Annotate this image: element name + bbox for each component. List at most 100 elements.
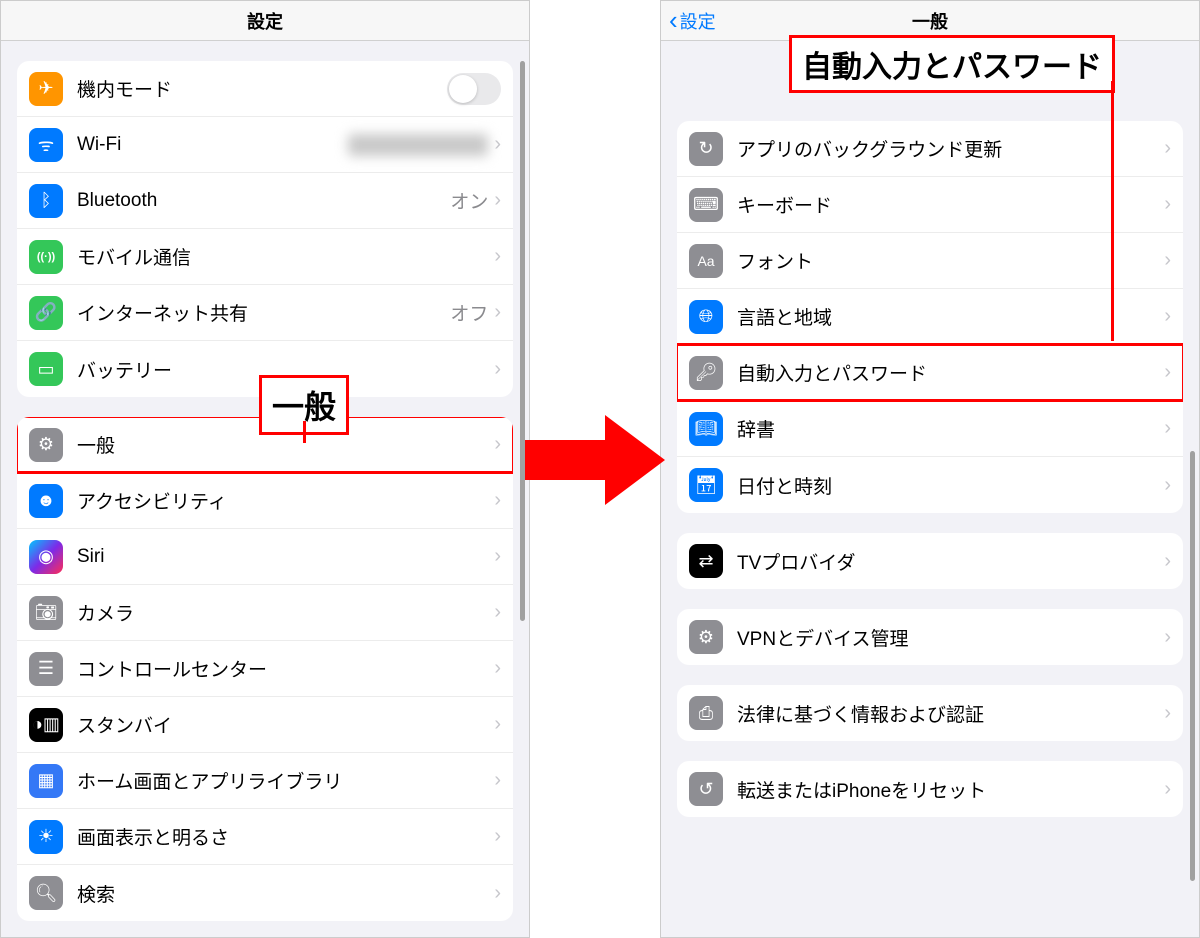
navbar-title: 一般: [912, 8, 948, 34]
row-accessibility[interactable]: ☻アクセシビリティ›: [17, 473, 513, 529]
gear-icon: ⚙︎: [29, 428, 63, 462]
row-label: インターネット共有: [77, 299, 450, 326]
row-tv-provider[interactable]: ⇄TVプロバイダ›: [677, 533, 1183, 589]
row-value: オフ: [450, 299, 488, 326]
row-autofill[interactable]: 🔑︎自動入力とパスワード›: [677, 345, 1183, 401]
row-label: 自動入力とパスワード: [737, 359, 1164, 386]
chevron-right-icon: ›: [494, 189, 501, 212]
row-label: Bluetooth: [77, 190, 450, 212]
apps-icon: ▦: [29, 764, 63, 798]
row-fonts[interactable]: Aaフォント›: [677, 233, 1183, 289]
row-search[interactable]: 🔍︎検索›: [17, 865, 513, 921]
row-label: Wi-Fi: [77, 134, 348, 156]
settings-group: ✈︎機内モードᯤWi-Fi›ᛒBluetoothオン›((·))モバイル通信›🔗…: [17, 61, 513, 397]
row-bg-refresh[interactable]: ↻ アプリのバックグラウンド更新›: [677, 121, 1183, 177]
row-label: 機内モード: [77, 75, 447, 102]
chevron-right-icon: ›: [1164, 305, 1171, 328]
vpn-icon: ⚙︎: [689, 620, 723, 654]
chevron-right-icon: ›: [494, 601, 501, 624]
row-wifi[interactable]: ᯤ Wi-Fi ›: [17, 117, 513, 173]
row-label: アプリのバックグラウンド更新: [737, 135, 1164, 162]
row-label: スタンバイ: [77, 711, 494, 738]
font-icon: Aa: [689, 244, 723, 278]
row-control-center[interactable]: ☰コントロールセンター›: [17, 641, 513, 697]
chevron-right-icon: ›: [1164, 702, 1171, 725]
row-legal[interactable]: ⎙ 法律に基づく情報および認証›: [677, 685, 1183, 741]
row-camera[interactable]: 📷︎ カメラ›: [17, 585, 513, 641]
row-reset[interactable]: ↺転送またはiPhoneをリセット›: [677, 761, 1183, 817]
book-icon: 📖︎: [689, 412, 723, 446]
row-label: ホーム画面とアプリライブラリ: [77, 767, 494, 794]
annotation-connector: [303, 421, 306, 443]
row-home-screen[interactable]: ▦ホーム画面とアプリライブラリ›: [17, 753, 513, 809]
reset-icon: ↺: [689, 772, 723, 806]
row-label: 法律に基づく情報および認証: [737, 700, 1164, 727]
toggle[interactable]: [447, 73, 501, 105]
wifi-icon: ᯤ: [29, 128, 63, 162]
general-group: ↻アプリのバックグラウンド更新›⌨︎キーボード›Aaフォント›🌐︎言語と地域›🔑…: [677, 121, 1183, 513]
cert-icon: ⎙: [689, 696, 723, 730]
link-icon: 🔗: [29, 296, 63, 330]
chevron-right-icon: ›: [494, 245, 501, 268]
general-group: ↺転送またはiPhoneをリセット›: [677, 761, 1183, 817]
row-label: 画面表示と明るさ: [77, 823, 494, 850]
row-label: 辞書: [737, 415, 1164, 442]
row-dictionary[interactable]: 📖︎ 辞書›: [677, 401, 1183, 457]
chevron-right-icon: ›: [494, 825, 501, 848]
calendar-icon: 📅︎: [689, 468, 723, 502]
navbar-title: 設定: [247, 8, 283, 34]
row-siri[interactable]: ◉Siri›: [17, 529, 513, 585]
chevron-right-icon: ›: [1164, 193, 1171, 216]
row-datetime[interactable]: 📅︎日付と時刻›: [677, 457, 1183, 513]
row-label: Siri: [77, 546, 494, 568]
airplane-icon: ✈︎: [29, 72, 63, 106]
chevron-right-icon: ›: [494, 301, 501, 324]
chevron-right-icon: ›: [494, 545, 501, 568]
antenna-icon: ((·)): [29, 240, 63, 274]
row-airplane-mode[interactable]: ✈︎ 機内モード: [17, 61, 513, 117]
keyboard-icon: ⌨︎: [689, 188, 723, 222]
battery-icon: ▭: [29, 352, 63, 386]
settings-screen: 設定 ✈︎ 機内モード ᯤ Wi-Fi › ᛒ Bluetoothオン › ((·)) モバイル通…: [0, 0, 530, 938]
row-language[interactable]: 🌐︎言語と地域›: [677, 289, 1183, 345]
row-standby[interactable]: ◑▥スタンバイ›: [17, 697, 513, 753]
general-group: ⚙︎VPNとデバイス管理›: [677, 609, 1183, 665]
general-list[interactable]: ↻アプリのバックグラウンド更新›⌨︎キーボード›Aaフォント›🌐︎言語と地域›🔑…: [661, 41, 1199, 937]
row-cellular[interactable]: ((·)) モバイル通信›: [17, 229, 513, 285]
row-bluetooth[interactable]: ᛒ Bluetoothオン ›: [17, 173, 513, 229]
chevron-right-icon: ›: [1164, 417, 1171, 440]
chevron-right-icon: ›: [1164, 137, 1171, 160]
back-button[interactable]: ‹ 設定: [669, 5, 716, 36]
chevron-right-icon: ›: [494, 433, 501, 456]
row-label: TVプロバイダ: [737, 548, 1164, 575]
row-label: コントロールセンター: [77, 655, 494, 682]
scrollbar[interactable]: [520, 61, 525, 621]
row-vpn[interactable]: ⚙︎VPNとデバイス管理›: [677, 609, 1183, 665]
scrollbar[interactable]: [1190, 451, 1195, 881]
bluetooth-icon: ᛒ: [29, 184, 63, 218]
settings-list[interactable]: ✈︎機内モードᯤWi-Fi›ᛒBluetoothオン›((·))モバイル通信›🔗…: [1, 41, 529, 937]
row-label: 言語と地域: [737, 303, 1164, 330]
refresh-icon: ↻: [689, 132, 723, 166]
row-label: VPNとデバイス管理: [737, 624, 1164, 651]
navbar: 設定: [1, 1, 529, 41]
row-label: 日付と時刻: [737, 472, 1164, 499]
row-label: カメラ: [77, 599, 494, 626]
chevron-right-icon: ›: [494, 882, 501, 905]
annotation-connector: [1111, 81, 1114, 341]
settings-group: ⚙︎一般›☻アクセシビリティ›◉Siri›📷︎カメラ›☰コントロールセンター›◑…: [17, 417, 513, 921]
row-label: 検索: [77, 880, 494, 907]
row-display[interactable]: ☀︎画面表示と明るさ›: [17, 809, 513, 865]
row-value: オン: [450, 187, 488, 214]
key-icon: 🔑︎: [689, 356, 723, 390]
row-hotspot[interactable]: 🔗 インターネット共有オフ ›: [17, 285, 513, 341]
row-label: フォント: [737, 247, 1164, 274]
row-keyboard[interactable]: ⌨︎キーボード›: [677, 177, 1183, 233]
tv-icon: ⇄: [689, 544, 723, 578]
camera-icon: 📷︎: [29, 596, 63, 630]
row-label: モバイル通信: [77, 243, 494, 270]
annotation-label: 自動入力とパスワード: [789, 35, 1115, 93]
chevron-left-icon: ‹: [669, 5, 678, 36]
chevron-right-icon: ›: [494, 133, 501, 156]
back-label: 設定: [680, 8, 716, 34]
